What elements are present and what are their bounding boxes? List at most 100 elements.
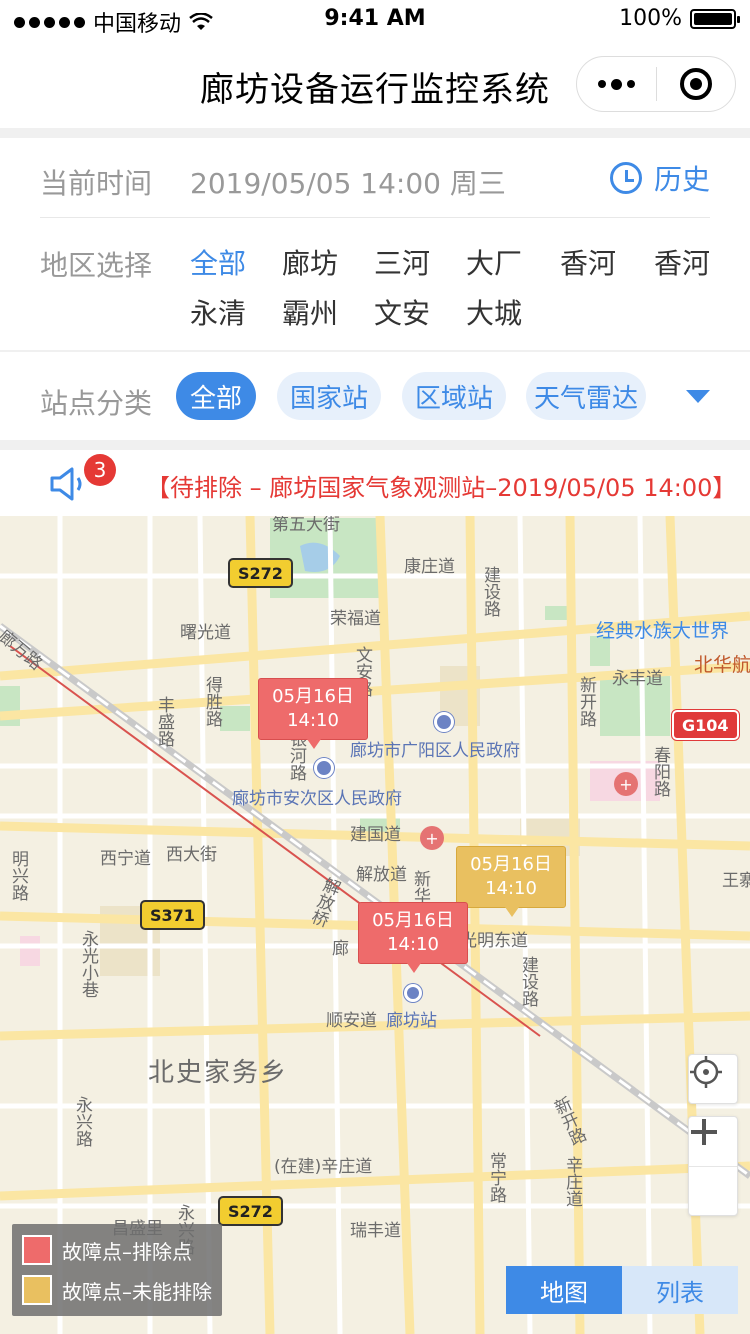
map-label: 光明东道 <box>460 931 528 951</box>
more-options-icon[interactable] <box>577 57 656 111</box>
marker-time: 14:10 <box>387 934 439 955</box>
fault-marker-cleared[interactable]: 05月16日 14:10 <box>258 678 368 749</box>
expand-categories-icon[interactable] <box>686 390 710 403</box>
nav-bar: 廊坊设备运行监控系统 <box>0 40 750 128</box>
battery-percent: 100% <box>619 6 682 31</box>
zoom-control <box>688 1116 738 1216</box>
station-chip-all[interactable]: 全部 <box>176 372 256 420</box>
zoom-out-button[interactable] <box>689 1130 737 1217</box>
region-option-langfang[interactable]: 廊坊 <box>282 242 338 282</box>
map-label: 北史家务乡 <box>148 1058 289 1088</box>
map-label: 瑞丰道 <box>350 1221 401 1241</box>
region-option-sanhe[interactable]: 三河 <box>374 242 430 282</box>
station-category-row: 站点分类 全部 国家站 区域站 天气雷达 <box>0 352 750 440</box>
target-icon <box>679 68 712 100</box>
map-label: 永丰道 <box>612 669 663 689</box>
map-label: 第五大街 <box>272 516 340 535</box>
clock-icon <box>609 162 642 194</box>
hospital-icon: + <box>614 772 638 796</box>
map-label: 永兴路 <box>72 1096 92 1147</box>
hospital-icon: + <box>420 826 444 850</box>
government-poi-icon <box>314 758 334 778</box>
map-label: 新开路 <box>576 676 596 727</box>
map-label: 荣福道 <box>330 609 381 629</box>
fault-marker-cleared[interactable]: 05月16日 14:10 <box>358 902 468 973</box>
route-shield: G104 <box>672 710 739 740</box>
map-label: 常宁路 <box>486 1152 506 1203</box>
map-label: 康庄道 <box>404 557 455 577</box>
list-view-tab[interactable]: 列表 <box>622 1266 738 1314</box>
history-label: 历史 <box>653 163 710 196</box>
legend-label: 故障点–未能排除 <box>62 1279 212 1304</box>
region-option-xianghe-2[interactable]: 香河 <box>654 242 710 282</box>
map-legend: 故障点–排除点 故障点–未能排除 <box>12 1224 222 1316</box>
train-station-icon <box>404 984 422 1002</box>
legend-item: 故障点–排除点 <box>22 1230 212 1270</box>
map-label: 得胜路 <box>202 676 222 727</box>
minus-icon <box>691 1130 717 1134</box>
map-label: 建国道 <box>350 825 401 845</box>
map-label: 解放道 <box>356 865 407 885</box>
map-label: 永光小巷 <box>78 930 98 998</box>
map-label: 王寨 <box>722 871 750 891</box>
legend-swatch <box>22 1235 52 1265</box>
locate-button[interactable] <box>688 1054 738 1104</box>
map-view[interactable]: 第五大街 康庄道 荣福道 曙光道 经典水族大世界 北华航 永丰道 建设路 文安路… <box>0 516 750 1334</box>
map-label: 建设路 <box>518 956 538 1007</box>
map-label: 辛庄道 <box>562 1156 582 1207</box>
alert-bar[interactable]: 3 【待排除 – 廊坊国家气象观测站–2019/05/05 14:00】 <box>0 450 750 516</box>
station-category-label: 站点分类 <box>40 387 153 420</box>
battery-status: 100% <box>619 6 740 31</box>
region-option-yongqing[interactable]: 永清 <box>190 292 246 332</box>
station-chip-radar[interactable]: 天气雷达 <box>526 372 646 420</box>
legend-label: 故障点–排除点 <box>62 1239 192 1264</box>
map-label: 明兴路 <box>8 850 28 901</box>
region-option-wenan[interactable]: 文安 <box>374 292 430 332</box>
marker-time: 14:10 <box>485 878 537 899</box>
map-label: 廊坊市广阳区人民政府 <box>350 741 520 761</box>
marker-time: 14:10 <box>287 710 339 731</box>
station-chip-national[interactable]: 国家站 <box>277 372 381 420</box>
map-label: 西大街 <box>166 845 217 865</box>
region-option-xianghe[interactable]: 香河 <box>560 242 616 282</box>
region-label: 地区选择 <box>40 249 153 282</box>
battery-icon <box>690 8 740 29</box>
map-label: 经典水族大世界 <box>596 620 730 642</box>
map-label: 曙光道 <box>180 623 231 643</box>
current-time-label: 当前时间 <box>40 167 153 200</box>
miniprogram-capsule <box>576 56 736 112</box>
map-label: 建设路 <box>480 566 500 617</box>
legend-item: 故障点–未能排除 <box>22 1270 212 1310</box>
filter-card: 当前时间 2019/05/05 14:00 周三 历史 地区选择 全部 廊坊 三… <box>0 138 750 350</box>
map-label: (在建)辛庄道 <box>274 1157 373 1177</box>
region-option-bazhou[interactable]: 霸州 <box>282 292 338 332</box>
status-bar: 中国移动 9:41 AM 100% <box>0 0 750 40</box>
region-option-dachang[interactable]: 大厂 <box>466 242 522 282</box>
route-shield: S371 <box>140 900 205 930</box>
alert-count-badge: 3 <box>84 454 116 486</box>
close-miniprogram-button[interactable] <box>657 57 736 111</box>
route-shield: S272 <box>218 1196 283 1226</box>
marker-date: 05月16日 <box>470 854 552 875</box>
map-label: 丰盛路 <box>154 696 174 747</box>
view-toggle: 地图 列表 <box>506 1266 738 1314</box>
map-view-tab[interactable]: 地图 <box>506 1266 622 1314</box>
region-option-all[interactable]: 全部 <box>190 242 246 282</box>
current-time-value: 2019/05/05 14:00 周三 <box>190 167 506 200</box>
station-chip-regional[interactable]: 区域站 <box>402 372 506 420</box>
map-label: 顺安道 <box>326 1011 377 1031</box>
region-option-dacheng[interactable]: 大城 <box>466 292 522 332</box>
alert-message[interactable]: 【待排除 – 廊坊国家气象观测站–2019/05/05 14:00】 <box>146 468 736 503</box>
speaker-icon <box>50 467 82 501</box>
app-page: 中国移动 9:41 AM 100% 廊坊设备运行监控系统 当前时间 2019/0… <box>0 0 750 1334</box>
marker-date: 05月16日 <box>272 686 354 707</box>
fault-marker-uncleared[interactable]: 05月16日 14:10 <box>456 846 566 917</box>
map-label: 北华航 <box>694 654 750 676</box>
legend-swatch <box>22 1275 52 1305</box>
crosshair-icon <box>690 1056 722 1088</box>
map-label: 春阳路 <box>650 746 670 797</box>
map-label: 廊坊站 <box>386 1011 437 1031</box>
history-button[interactable]: 历史 <box>609 158 710 198</box>
route-shield: S272 <box>228 558 293 588</box>
marker-date: 05月16日 <box>372 910 454 931</box>
